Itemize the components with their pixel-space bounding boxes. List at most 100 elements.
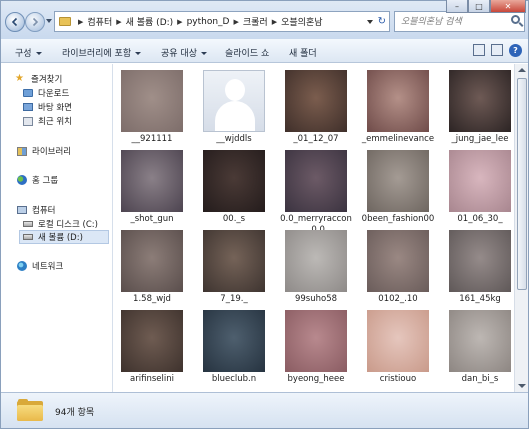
chevron-right-icon[interactable]: ▶: [177, 18, 182, 26]
nav-libraries[interactable]: 라이브러리: [17, 144, 71, 158]
slideshow-button[interactable]: 슬라이드 쇼: [225, 46, 269, 59]
nav-favorites[interactable]: ★ 즐겨찾기: [15, 72, 62, 86]
file-name: __wjddls: [216, 134, 252, 144]
downloads-folder-icon: [23, 89, 33, 97]
file-item[interactable]: __921111: [116, 70, 188, 150]
include-in-library-menu[interactable]: 라이브러리에 포함: [62, 46, 142, 59]
item-count: 94개 항목: [55, 408, 95, 418]
file-item[interactable]: dan_bi_s: [444, 310, 516, 390]
scroll-down-icon[interactable]: [518, 384, 526, 388]
image-thumbnail: [285, 230, 347, 292]
breadcrumb-new-volume[interactable]: 새 볼륨 (D:): [126, 15, 174, 28]
window-controls: – □ ✕: [446, 0, 526, 13]
nav-local-disk-c[interactable]: 로컬 디스크 (C:): [23, 217, 98, 231]
preview-pane-icon[interactable]: [491, 44, 503, 56]
file-item[interactable]: arifinselini: [116, 310, 188, 390]
chevron-right-icon[interactable]: ▶: [233, 18, 238, 26]
breadcrumb-computer[interactable]: 컴퓨터: [87, 15, 112, 28]
view-options-icon[interactable]: [473, 44, 485, 56]
address-history-dropdown[interactable]: [367, 20, 373, 24]
homegroup-icon: [17, 175, 27, 185]
vertical-scrollbar[interactable]: [514, 64, 528, 392]
file-name: 1.58_wjd: [133, 294, 171, 304]
file-name: blueclub.n: [211, 374, 257, 384]
scroll-up-icon[interactable]: [518, 68, 526, 72]
file-item[interactable]: _jung_jae_lee: [444, 70, 516, 150]
image-thumbnail: [285, 150, 347, 212]
nav-homegroup[interactable]: 홈 그룹: [17, 173, 58, 187]
file-item[interactable]: _shot_gun: [116, 150, 188, 230]
nav-homegroup-label: 홈 그룹: [32, 176, 59, 186]
recent-pages-dropdown[interactable]: [46, 19, 52, 23]
search-input[interactable]: [395, 12, 507, 31]
explorer-window: ▶ 컴퓨터 ▶ 새 볼륨 (D:) ▶ python_D ▶ 크롤러 ▶ 오블의…: [0, 0, 529, 429]
chevron-right-icon[interactable]: ▶: [116, 18, 121, 26]
chevron-right-icon[interactable]: ▶: [272, 18, 277, 26]
minimize-button[interactable]: –: [446, 0, 468, 13]
new-folder-button[interactable]: 새 폴더: [289, 46, 317, 59]
nav-favorites-label: 즐겨찾기: [31, 75, 63, 85]
file-item[interactable]: byeong_heee: [280, 310, 352, 390]
chevron-down-icon: [35, 52, 42, 55]
libraries-icon: [17, 146, 27, 156]
file-name: cristiouo: [379, 374, 417, 384]
breadcrumb-python-d[interactable]: python_D: [187, 17, 230, 27]
file-item[interactable]: 0been_fashion00: [362, 150, 434, 230]
navigation-pane: ★ 즐겨찾기 다운로드 바탕 화면 최근 위치 라이브러리 홈 그룹 컴퓨터 로컬…: [1, 64, 113, 392]
folder-icon: [17, 399, 43, 421]
file-item[interactable]: 7_19._: [198, 230, 270, 310]
file-list: __921111 __wjddls _01_12_07 _emmelinevance _…: [114, 64, 514, 392]
nav-downloads[interactable]: 다운로드: [23, 86, 69, 100]
nav-recent-places[interactable]: 최근 위치: [23, 114, 72, 128]
nav-new-volume-label: 새 볼륨 (D:): [38, 233, 83, 243]
file-item[interactable]: 01_06_30_: [444, 150, 516, 230]
organize-menu[interactable]: 구성: [15, 46, 42, 59]
image-thumbnail: [449, 310, 511, 372]
help-icon[interactable]: ?: [509, 44, 522, 57]
image-thumbnail: [121, 230, 183, 292]
nav-libraries-label: 라이브러리: [32, 147, 72, 157]
address-bar[interactable]: ▶ 컴퓨터 ▶ 새 볼륨 (D:) ▶ python_D ▶ 크롤러 ▶ 오블의…: [54, 11, 390, 32]
toolbar-right-icons: ?: [473, 44, 522, 57]
file-item[interactable]: 161_45kg: [444, 230, 516, 310]
close-button[interactable]: ✕: [490, 0, 526, 13]
file-item[interactable]: 0.0_merryraccon_0.0: [280, 150, 352, 235]
nav-network[interactable]: 네트워크: [17, 259, 63, 273]
forward-button[interactable]: [25, 12, 45, 32]
forward-arrow-icon: [32, 17, 39, 27]
refresh-icon[interactable]: ↻: [378, 16, 386, 27]
file-item[interactable]: blueclub.n: [198, 310, 270, 390]
file-item[interactable]: __wjddls: [198, 70, 270, 150]
nav-network-label: 네트워크: [32, 262, 64, 272]
file-item[interactable]: 99suho58: [280, 230, 352, 310]
back-button[interactable]: [5, 12, 25, 32]
file-item[interactable]: _emmelinevance: [362, 70, 434, 150]
image-thumbnail: [121, 150, 183, 212]
file-item[interactable]: 0102_.10: [362, 230, 434, 310]
file-item[interactable]: 1.58_wjd: [116, 230, 188, 310]
organize-label: 구성: [15, 49, 32, 59]
file-name: 7_19._: [220, 294, 248, 304]
include-in-library-label: 라이브러리에 포함: [62, 49, 132, 59]
file-item[interactable]: _01_12_07: [280, 70, 352, 150]
search-box[interactable]: [394, 11, 525, 32]
nav-recent-label: 최근 위치: [38, 117, 72, 127]
nav-local-disk-label: 로컬 디스크 (C:): [38, 220, 98, 230]
share-with-menu[interactable]: 공유 대상: [161, 46, 207, 59]
breadcrumb-crawler[interactable]: 크롤러: [243, 15, 268, 28]
file-item[interactable]: 00._s: [198, 150, 270, 230]
file-name: __921111: [131, 134, 173, 144]
default-profile-icon: [203, 70, 265, 132]
computer-icon: [17, 206, 27, 214]
file-item[interactable]: cristiouo: [362, 310, 434, 390]
nav-computer[interactable]: 컴퓨터: [17, 203, 55, 217]
maximize-button[interactable]: □: [468, 0, 490, 13]
chevron-right-icon[interactable]: ▶: [78, 18, 83, 26]
image-thumbnail: [285, 310, 347, 372]
scrollbar-thumb[interactable]: [517, 78, 527, 290]
nav-desktop[interactable]: 바탕 화면: [23, 100, 72, 114]
search-icon[interactable]: [511, 15, 520, 24]
nav-new-volume-d[interactable]: 새 볼륨 (D:): [19, 230, 109, 244]
breadcrumb-current-folder[interactable]: 오블의혼남: [281, 15, 322, 28]
image-thumbnail: [449, 70, 511, 132]
